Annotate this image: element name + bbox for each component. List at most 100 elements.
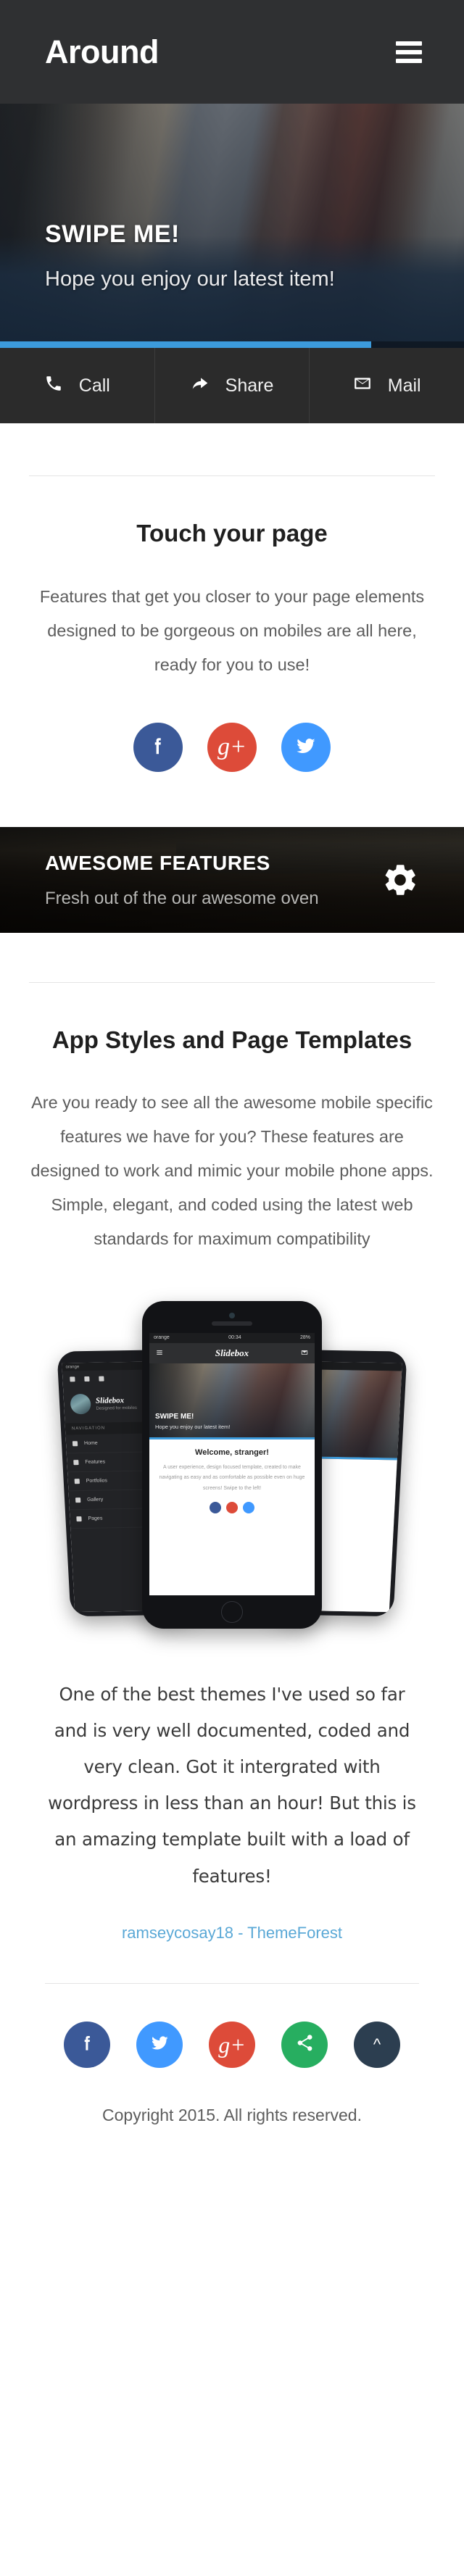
google-plus-icon: g+ (218, 2031, 246, 2058)
touch-section-title: Touch your page (136, 520, 328, 547)
hero-action-bar: Call Share Mail (0, 348, 464, 423)
avatar (70, 1393, 91, 1414)
scroll-to-top-button[interactable]: ^ (354, 2021, 400, 2068)
twitter-icon[interactable] (243, 1501, 254, 1513)
chat-icon (84, 1375, 90, 1382)
google-plus-icon: g+ (218, 734, 246, 761)
footer-share-button[interactable] (281, 2021, 328, 2068)
phone-content: Welcome, stranger! A user experience, de… (149, 1439, 315, 1513)
drawer-carrier: orange (65, 1364, 80, 1369)
drawer-item-label: Home (83, 1440, 98, 1446)
google-plus-icon[interactable] (226, 1501, 238, 1513)
awesome-features-banner[interactable]: AWESOME FEATURES Fresh out of the our aw… (0, 827, 464, 934)
app-styles-section: App Styles and Page Templates Are you re… (0, 933, 464, 1255)
footer-social-buttons: g+ ^ (0, 2021, 464, 2068)
testimonial-quote: One of the best themes I've used so far … (48, 1683, 416, 1887)
touch-section: Touch your page Features that get you cl… (0, 423, 464, 827)
mail-label: Mail (387, 375, 421, 396)
phone-status-bar: orange 00:34 28% (149, 1332, 315, 1343)
phone-hero: SWIPE ME! Hope you enjoy our latest item… (149, 1363, 315, 1437)
envelope-icon (353, 374, 372, 398)
mail-button[interactable]: Mail (310, 348, 464, 423)
share-arrow-icon (191, 374, 210, 398)
facebook-icon[interactable] (210, 1501, 221, 1513)
call-button[interactable]: Call (0, 348, 155, 423)
phone-center-screen: orange 00:34 28% Slidebox SWIPE ME! Hope… (149, 1332, 315, 1595)
hero-slider[interactable]: SWIPE ME! Hope you enjoy our latest item… (0, 104, 464, 348)
envelope-icon[interactable] (301, 1347, 308, 1360)
phone-app-navbar: Slidebox (149, 1342, 315, 1363)
app-section-body: Are you ready to see all the awesome mob… (30, 1092, 434, 1248)
section-divider-top (29, 475, 435, 476)
status-time: 00:34 (228, 1335, 241, 1340)
twitter-icon (295, 735, 317, 760)
phone-social-buttons (157, 1501, 307, 1513)
phone-hero-caption: SWIPE ME! Hope you enjoy our latest item… (155, 1413, 230, 1430)
drawer-user-role: Designed for mobiles (96, 1405, 138, 1411)
facebook-icon (147, 735, 169, 760)
footer-googleplus-button[interactable]: g+ (209, 2021, 255, 2068)
site-logo[interactable]: Around (45, 36, 159, 68)
drawer-item-label: Gallery (86, 1497, 104, 1503)
status-battery: 28% (299, 1335, 310, 1340)
banner-subtitle: Fresh out of the our awesome oven (45, 888, 319, 908)
touch-section-body: Features that get you closer to your pag… (39, 587, 425, 675)
hero-caption: SWIPE ME! Hope you enjoy our latest item… (45, 220, 335, 291)
phone-content-paragraph: A user experience, design focused templa… (159, 1464, 305, 1491)
chevron-up-icon: ^ (373, 2035, 381, 2053)
hero-progress-bar (0, 341, 464, 348)
hamburger-icon[interactable] (156, 1347, 163, 1360)
touch-social-buttons: g+ (29, 682, 435, 827)
twitter-button[interactable] (281, 723, 331, 773)
hamburger-bar (396, 58, 422, 63)
facebook-button[interactable] (133, 723, 183, 773)
share-icon (99, 1375, 104, 1381)
footer-facebook-button[interactable] (64, 2021, 110, 2068)
phone-hero-title: SWIPE ME! (155, 1412, 194, 1421)
banner-caption: AWESOME FEATURES Fresh out of the our aw… (45, 852, 319, 909)
call-label: Call (78, 375, 110, 396)
status-carrier: orange (154, 1335, 170, 1340)
drawer-item-label: Pages (88, 1516, 103, 1521)
gear-icon (381, 861, 419, 899)
hamburger-bar (396, 49, 422, 54)
phone-mockup-group: orange Slidebox Designed for mobiles NAV… (0, 1288, 464, 1629)
share-button[interactable]: Share (155, 348, 310, 423)
site-header: Around (0, 0, 464, 104)
hamburger-icon[interactable] (396, 41, 422, 63)
hero-title: SWIPE ME! (45, 220, 180, 248)
hero-progress-fill (0, 341, 371, 348)
drawer-item-label: Portfolios (86, 1477, 108, 1484)
phone-home-button (221, 1600, 243, 1623)
phone-camera (229, 1312, 235, 1318)
drawer-item-label: Features (85, 1459, 106, 1465)
testimonial-author-link[interactable]: ramseycosay18 - ThemeForest (41, 1924, 423, 1943)
googleplus-button[interactable]: g+ (207, 723, 257, 773)
hero-subtitle: Hope you enjoy our latest item! (45, 267, 335, 291)
phone-app-brand: Slidebox (215, 1347, 249, 1358)
facebook-icon (78, 2033, 97, 2056)
twitter-icon (150, 2033, 170, 2056)
phone-speaker (212, 1321, 252, 1326)
testimonial-spacer (0, 1943, 464, 1983)
phone-icon (70, 1376, 75, 1382)
copyright-text: Copyright 2015. All rights reserved. (102, 2105, 362, 2124)
banner-title: AWESOME FEATURES (45, 851, 270, 874)
footer-twitter-button[interactable] (136, 2021, 183, 2068)
share-nodes-icon (295, 2033, 315, 2056)
file-icon (76, 1516, 82, 1521)
site-footer: g+ ^ Copyright 2015. All rights reserved… (0, 1983, 464, 2154)
phone-icon (44, 374, 63, 398)
app-section-title: App Styles and Page Templates (51, 1026, 413, 1054)
camera-icon (75, 1497, 81, 1503)
drawer-user-name: Slidebox (95, 1395, 125, 1405)
gear-icon (73, 1459, 79, 1465)
hamburger-bar (396, 41, 422, 46)
testimonial-section: One of the best themes I've used so far … (0, 1636, 464, 1943)
image-icon (74, 1478, 80, 1484)
phone-hero-subtitle: Hope you enjoy our latest item! (155, 1423, 231, 1430)
share-label: Share (225, 375, 274, 396)
phone-center: orange 00:34 28% Slidebox SWIPE ME! Hope… (142, 1300, 322, 1629)
section-divider-app (29, 982, 435, 984)
phone-content-heading: Welcome, stranger! (195, 1447, 269, 1457)
